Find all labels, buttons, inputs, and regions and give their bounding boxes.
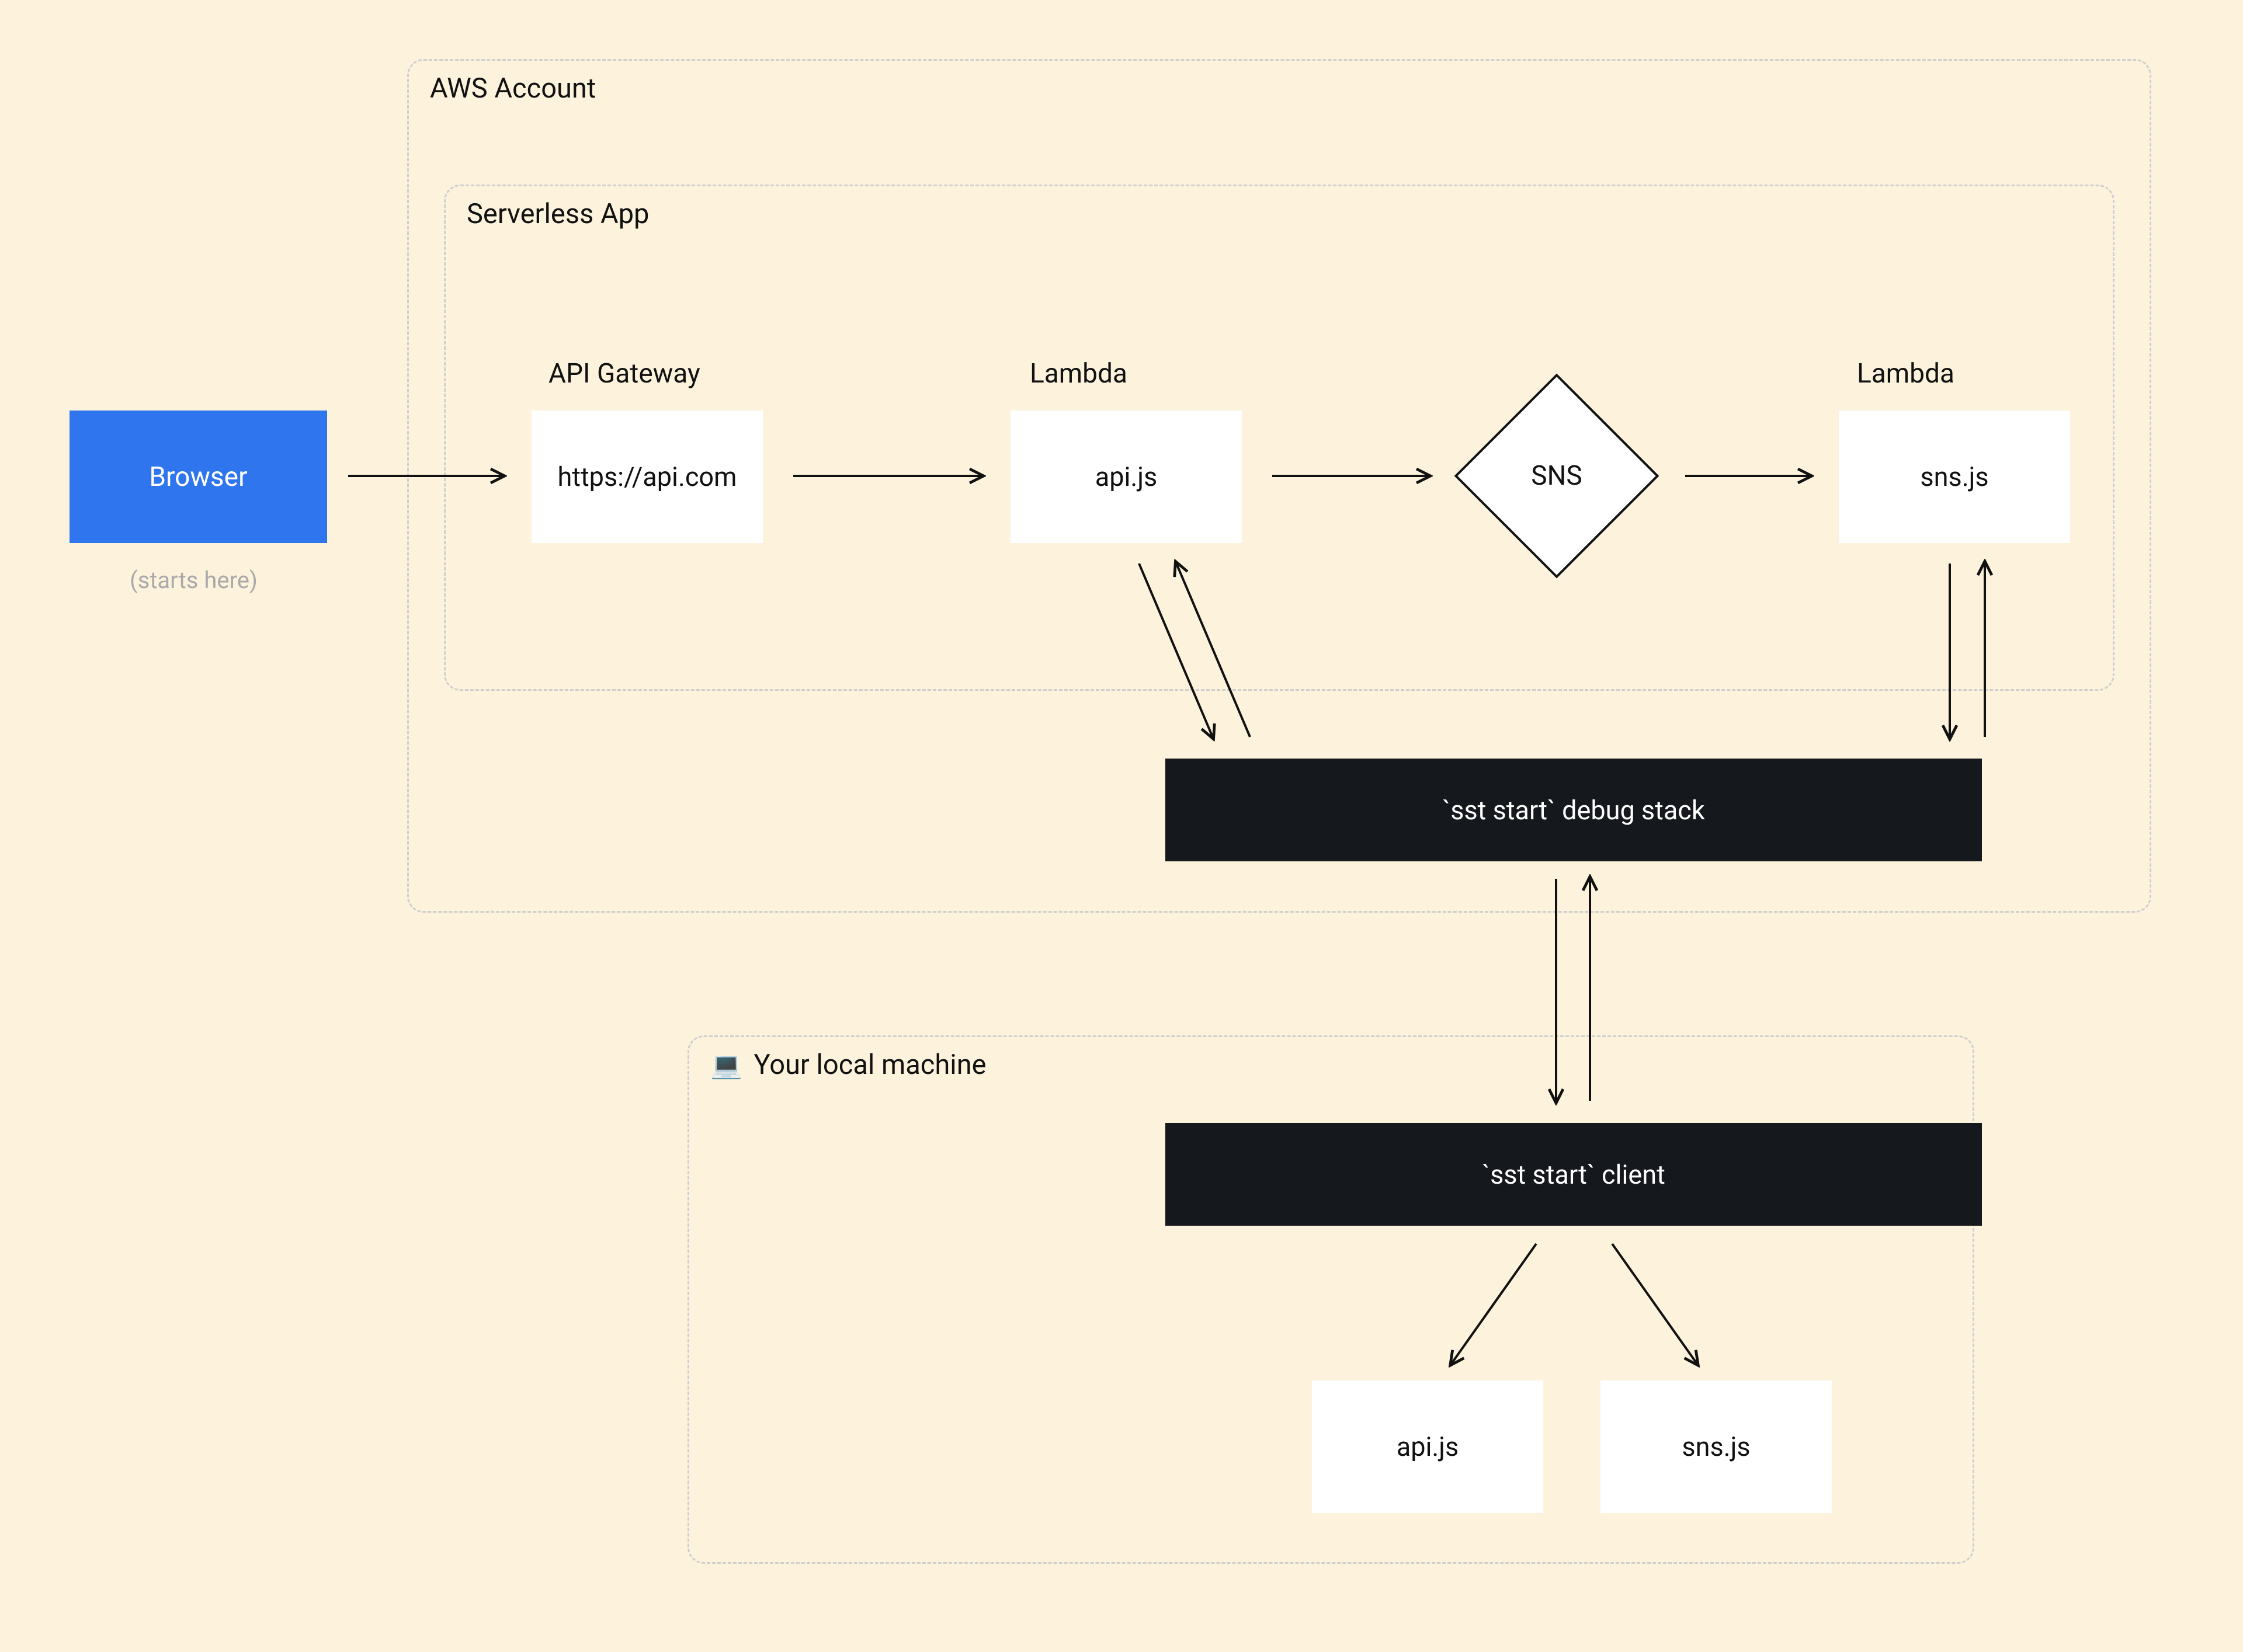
title-api-gateway: API Gateway	[548, 358, 700, 389]
container-label-aws: AWS Account	[430, 72, 596, 105]
node-lambda-sns-text: sns.js	[1920, 461, 1988, 492]
container-label-local: 💻 Your local machine	[710, 1049, 987, 1081]
node-sst-client: `sst start` client	[1165, 1123, 1982, 1226]
node-api-gateway: https://api.com	[532, 411, 763, 543]
node-debug-stack: `sst start` debug stack	[1165, 759, 1982, 861]
node-sst-client-text: `sst start` client	[1482, 1159, 1665, 1190]
container-label-serverless: Serverless App	[467, 198, 649, 230]
node-lambda-sns: sns.js	[1839, 411, 2070, 543]
node-local-api-text: api.js	[1397, 1431, 1459, 1462]
laptop-icon: 💻	[710, 1050, 742, 1080]
title-lambda-sns: Lambda	[1857, 358, 1954, 389]
title-lambda-api: Lambda	[1030, 358, 1127, 389]
node-sns-label: SNS	[1484, 404, 1629, 548]
diagram-canvas: AWS Account Serverless App 💻 Your local …	[0, 0, 2243, 1652]
node-browser-subtext: (starts here)	[130, 566, 258, 594]
container-label-local-text: Your local machine	[754, 1049, 986, 1081]
node-debug-stack-text: `sst start` debug stack	[1442, 795, 1704, 826]
node-browser: Browser	[70, 411, 327, 543]
node-local-api: api.js	[1312, 1380, 1543, 1513]
node-lambda-api-text: api.js	[1095, 461, 1158, 492]
node-local-sns-text: sns.js	[1682, 1431, 1750, 1462]
node-lambda-api: api.js	[1011, 411, 1242, 543]
node-api-gateway-text: https://api.com	[557, 461, 737, 492]
node-browser-text: Browser	[149, 461, 247, 493]
node-local-sns: sns.js	[1600, 1380, 1832, 1513]
